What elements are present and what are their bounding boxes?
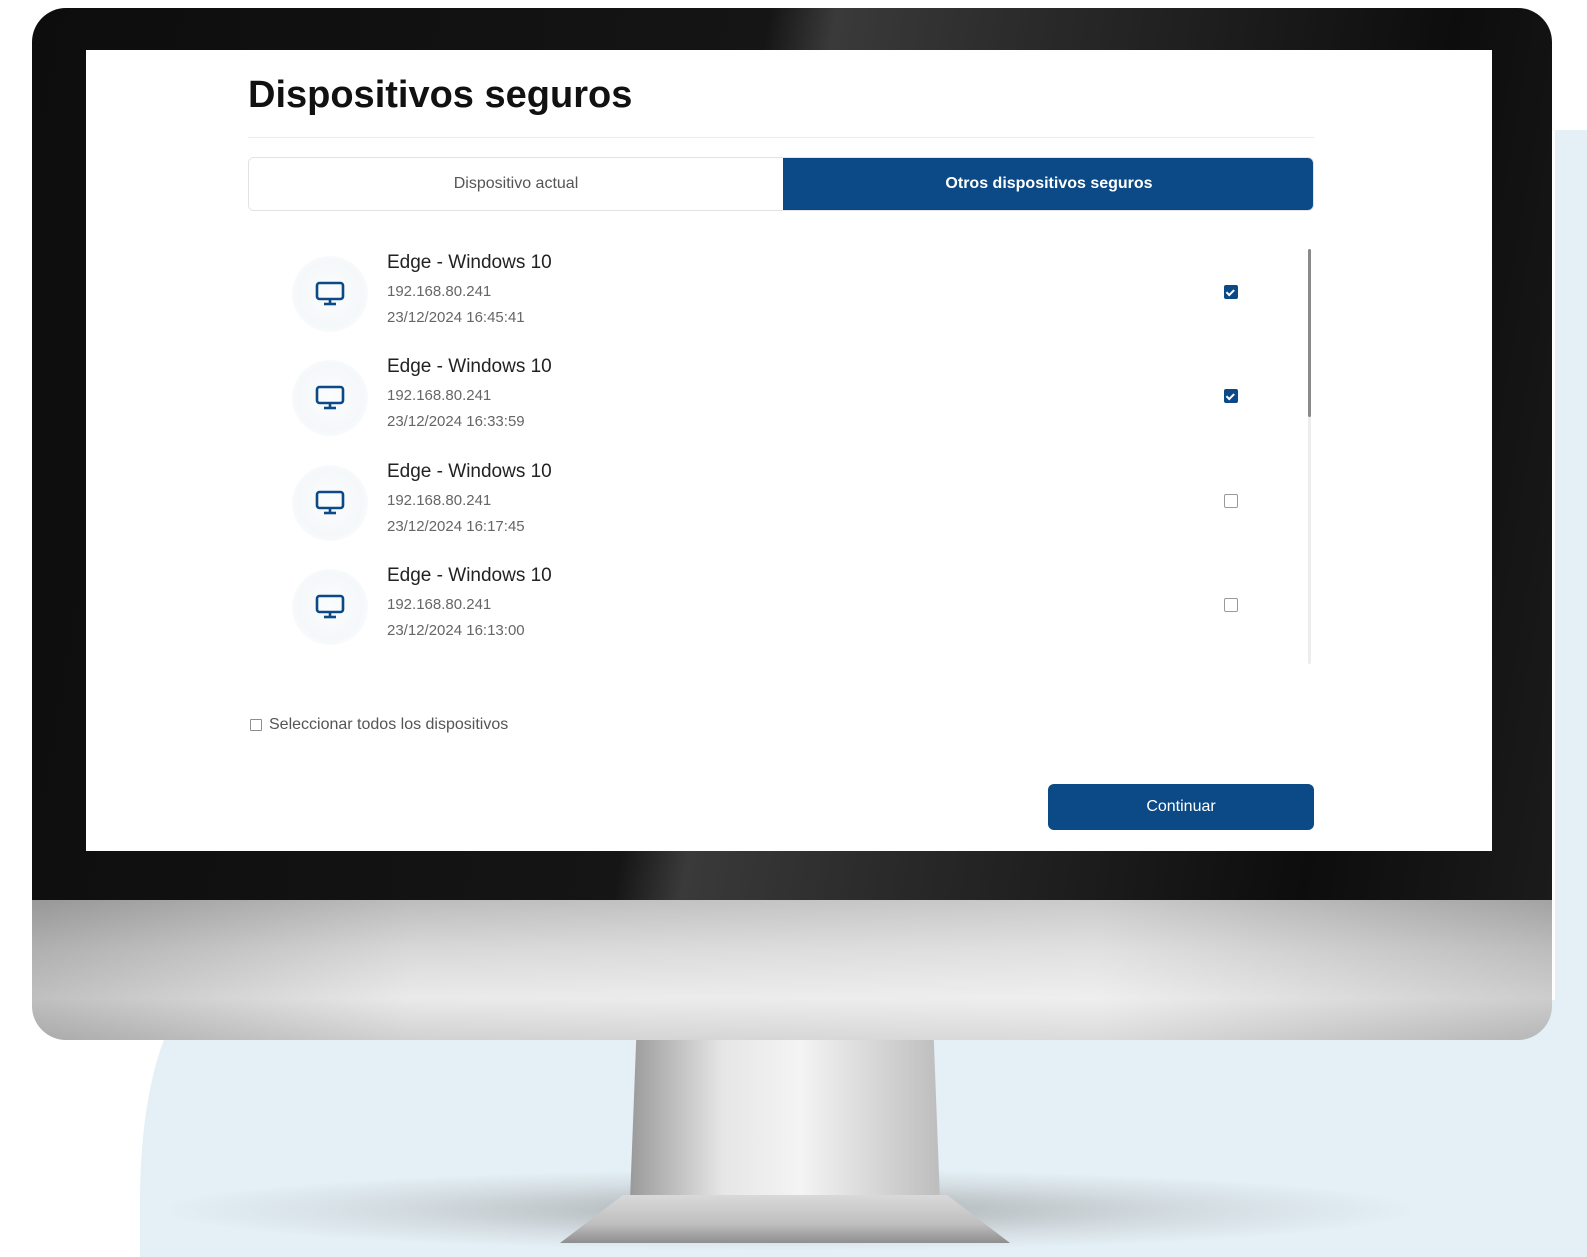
tabs: Dispositivo actual Otros dispositivos se… (248, 157, 1314, 211)
monitor-icon (315, 490, 345, 515)
continue-button[interactable]: Continuar (1048, 784, 1314, 830)
device-ip: 192.168.80.241 (387, 596, 492, 613)
device-checkbox[interactable] (1224, 494, 1238, 508)
main-content: Dispositivos seguros Dispositivo actual … (248, 50, 1314, 851)
monitor-stand-base (560, 1195, 1010, 1243)
monitor-icon (315, 594, 345, 619)
device-date: 23/12/2024 16:33:59 (387, 413, 525, 430)
device-checkbox[interactable] (1224, 598, 1238, 612)
device-ip: 192.168.80.241 (387, 387, 492, 404)
scrollbar-thumb[interactable] (1308, 249, 1311, 417)
device-item: Edge - Windows 10 192.168.80.241 23/12/2… (248, 350, 1248, 454)
device-item: Edge - Windows 10 192.168.80.241 23/12/2… (248, 559, 1248, 663)
device-name: Edge - Windows 10 (387, 252, 552, 273)
device-name: Edge - Windows 10 (387, 356, 552, 377)
device-icon-circle (292, 360, 368, 436)
device-checkbox[interactable] (1224, 389, 1238, 403)
background-edge (1555, 130, 1587, 1257)
device-icon-circle (292, 465, 368, 541)
device-ip: 192.168.80.241 (387, 492, 492, 509)
device-date: 23/12/2024 16:17:45 (387, 518, 525, 535)
monitor-stand (630, 1040, 940, 1200)
select-all-checkbox[interactable] (250, 719, 262, 731)
monitor-icon (315, 281, 345, 306)
device-item: Edge - Windows 10 192.168.80.241 23/12/2… (248, 246, 1248, 350)
device-item: Edge - Windows 10 192.168.80.241 23/12/2… (248, 455, 1248, 559)
device-name: Edge - Windows 10 (387, 565, 552, 586)
device-name: Edge - Windows 10 (387, 461, 552, 482)
device-icon-circle (292, 569, 368, 645)
tab-current-device[interactable]: Dispositivo actual (249, 158, 783, 210)
device-ip: 192.168.80.241 (387, 283, 492, 300)
tab-other-devices[interactable]: Otros dispositivos seguros (783, 158, 1313, 210)
device-list[interactable]: Edge - Windows 10 192.168.80.241 23/12/2… (248, 246, 1314, 670)
monitor-icon (315, 385, 345, 410)
device-date: 23/12/2024 16:13:00 (387, 622, 525, 639)
monitor-chin (32, 900, 1552, 1040)
page-title: Dispositivos seguros (248, 74, 633, 116)
device-date: 23/12/2024 16:45:41 (387, 309, 525, 326)
screen: Dispositivos seguros Dispositivo actual … (86, 50, 1492, 851)
title-divider (248, 137, 1314, 138)
select-all-control[interactable]: Seleccionar todos los dispositivos (250, 716, 508, 734)
device-icon-circle (292, 256, 368, 332)
select-all-label: Seleccionar todos los dispositivos (269, 716, 509, 733)
device-checkbox[interactable] (1224, 285, 1238, 299)
